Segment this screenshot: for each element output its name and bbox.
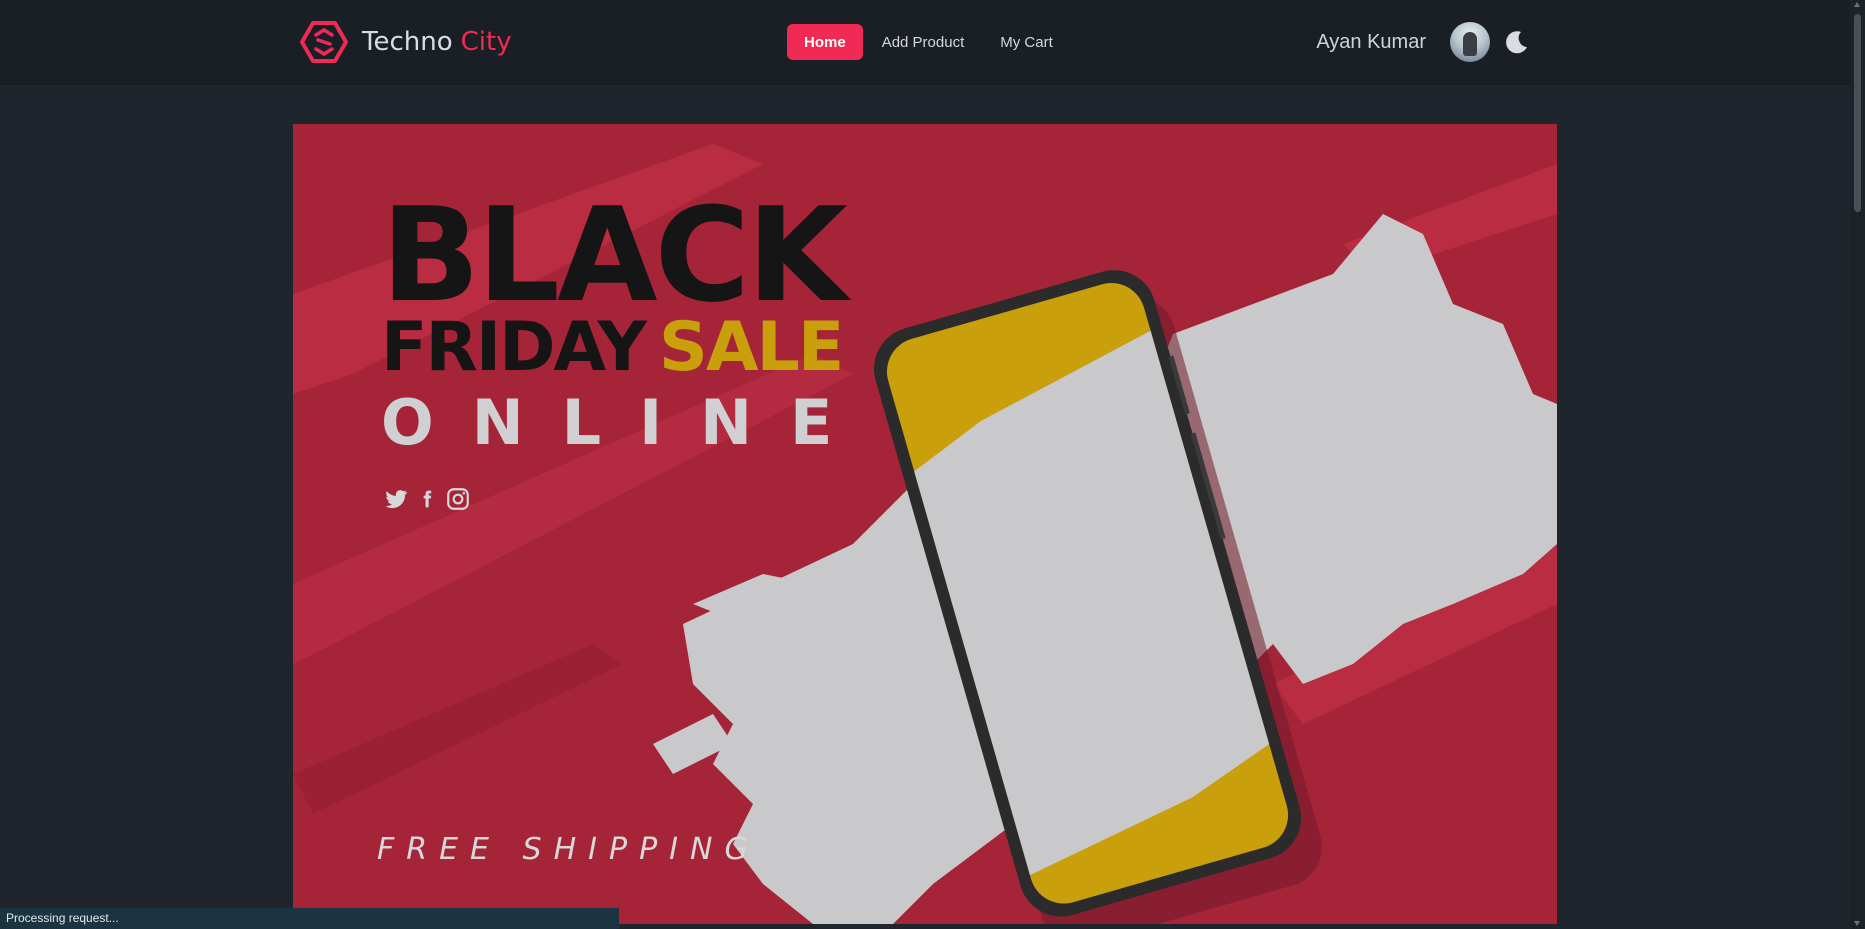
moon-icon[interactable] bbox=[1504, 29, 1530, 55]
browser-status-bar: Processing request... bbox=[0, 908, 619, 929]
instagram-icon bbox=[447, 488, 469, 510]
twitter-icon bbox=[385, 490, 408, 509]
nav-my-cart-link[interactable]: My Cart bbox=[983, 24, 1070, 60]
brand-name: Techno City bbox=[362, 27, 512, 57]
brand-name-accent: City bbox=[460, 27, 512, 57]
free-shipping-text: FREE SHIPPING bbox=[377, 832, 760, 867]
promo-banner[interactable]: BLACK FRIDAY SALE ONLINE FREE SHIPPING bbox=[293, 124, 1557, 924]
headline-sale: SALE bbox=[658, 308, 844, 387]
hexagon-logo-icon bbox=[300, 21, 348, 63]
user-name[interactable]: Ayan Kumar bbox=[1316, 31, 1426, 54]
scroll-up-arrow-icon[interactable] bbox=[1854, 2, 1860, 7]
headline-black: BLACK bbox=[381, 179, 848, 331]
banner-headline: BLACK FRIDAY SALE ONLINE bbox=[381, 190, 870, 460]
brand[interactable]: Techno City bbox=[300, 20, 512, 64]
brand-name-main: Techno bbox=[362, 27, 453, 57]
page-scrollbar[interactable] bbox=[1850, 0, 1865, 929]
facebook-icon bbox=[423, 490, 432, 508]
nav-home-button[interactable]: Home bbox=[787, 24, 863, 60]
scrollbar-thumb[interactable] bbox=[1854, 14, 1861, 212]
top-navbar: Techno City Home Add Product My Cart Ayan… bbox=[0, 0, 1850, 85]
nav-add-product-link[interactable]: Add Product bbox=[865, 24, 982, 60]
headline-online: ONLINE bbox=[381, 386, 871, 459]
scroll-down-arrow-icon[interactable] bbox=[1854, 921, 1860, 926]
headline-friday: FRIDAY bbox=[381, 308, 647, 387]
user-area: Ayan Kumar bbox=[1316, 20, 1530, 64]
user-avatar[interactable] bbox=[1450, 22, 1490, 62]
main-nav: Home Add Product My Cart bbox=[787, 24, 1072, 60]
social-icons bbox=[383, 486, 479, 512]
headline-friday-sale: FRIDAY SALE bbox=[381, 312, 870, 384]
